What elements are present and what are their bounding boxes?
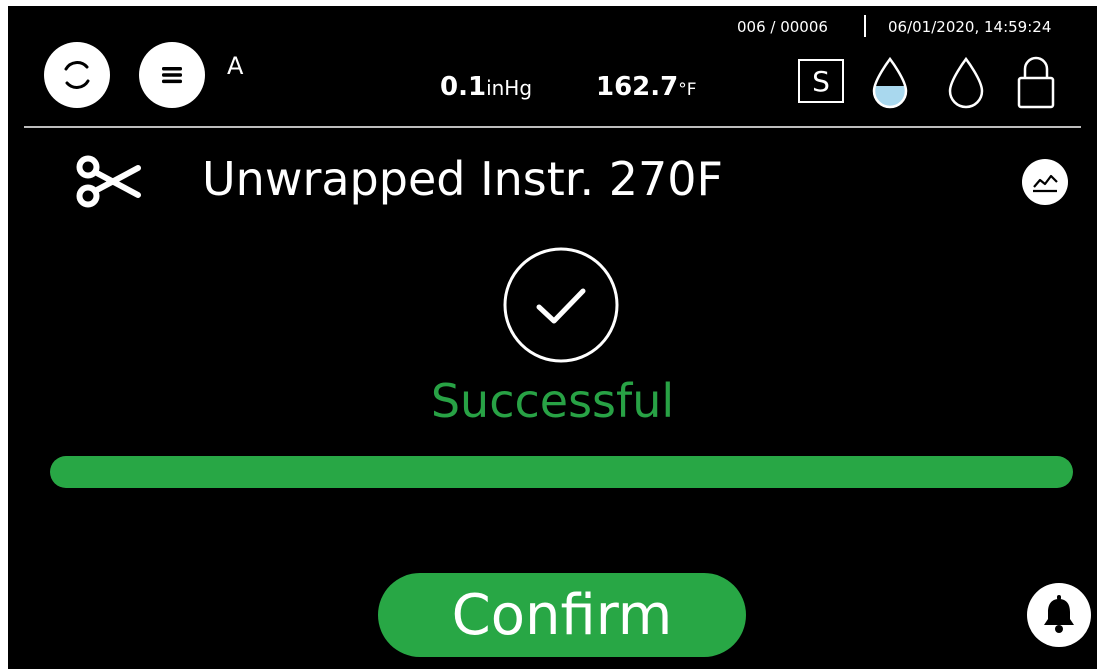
water-drop-filled-icon [872,56,908,109]
refresh-button[interactable] [44,42,110,108]
datetime: 06/01/2020, 14:59:24 [888,18,1052,36]
pressure-reading: 0.1inHg [440,72,532,102]
temperature-unit: °F [678,80,697,100]
alarm-button[interactable] [1027,583,1091,647]
confirm-button[interactable]: Confirm [378,573,746,657]
success-indicator [502,246,620,368]
program-title: Unwrapped Instr. 270F [202,152,723,206]
header-divider [24,126,1081,128]
status-text: Successful [430,374,675,428]
progress-fill [50,456,1073,488]
user-label: A [227,52,244,80]
graph-icon [1022,159,1068,205]
door-lock[interactable] [1016,54,1056,114]
mode-badge[interactable]: S [798,59,844,103]
bell-icon [1027,583,1091,647]
water-drop-empty-icon [948,56,984,109]
temperature-value: 162.7 [596,72,679,102]
water-tank-clean[interactable] [870,56,910,114]
check-circle-icon [503,247,619,363]
graph-button[interactable] [1022,159,1068,205]
autoclave-screen: A 006 / 00006 06/01/2020, 14:59:24 0.1in… [8,6,1097,669]
lock-icon [1017,56,1055,109]
program-type [74,154,144,214]
water-tank-used[interactable] [946,56,986,114]
scissors-icon [76,155,141,208]
temperature-reading: 162.7°F [596,72,697,102]
menu-icon [162,67,182,84]
refresh-icon [64,61,90,89]
pressure-unit: inHg [486,76,533,100]
pressure-value: 0.1 [440,72,487,102]
menu-button[interactable] [139,42,205,108]
cycle-counter: 006 / 00006 [737,18,828,36]
progress-bar [50,456,1073,488]
header-separator [864,15,866,37]
